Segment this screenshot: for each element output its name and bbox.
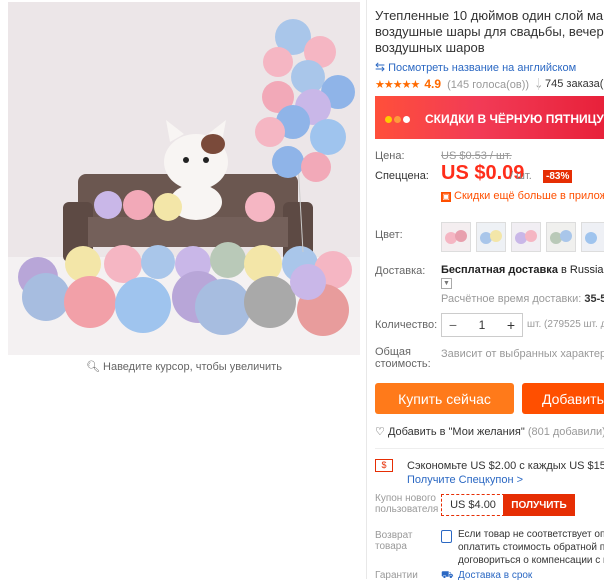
magnifier-icon: 🔍︎ bbox=[86, 361, 101, 373]
product-title-line-2: воздушные шары для свадьбы, вечеринки bbox=[375, 24, 604, 39]
quantity-minus-button[interactable]: − bbox=[442, 314, 464, 336]
total-label-line-1: Общая bbox=[375, 346, 411, 358]
guarantee-label: Гарантии bbox=[375, 570, 418, 581]
special-price-label: Спеццена: bbox=[375, 170, 429, 182]
return-line-1: Если товар не соответствует описа bbox=[458, 529, 604, 540]
swatch-thumbnail bbox=[477, 223, 505, 251]
price-per-unit: / шт. bbox=[510, 170, 532, 182]
section-divider bbox=[375, 448, 604, 449]
translate-link-text: Посмотреть название на английском bbox=[388, 62, 577, 74]
add-to-cart-button[interactable]: Добавить bbox=[522, 383, 604, 414]
balloon-scene-illustration bbox=[8, 2, 360, 355]
wishlist-count: (801 добавили) bbox=[527, 426, 604, 438]
quantity-plus-button[interactable]: + bbox=[500, 314, 522, 336]
heart-icon: ♡ bbox=[375, 426, 385, 438]
buy-now-button[interactable]: Купить сейчас bbox=[375, 383, 514, 414]
add-to-wishlist[interactable]: ♡ Добавить в "Мои желания" (801 добавили… bbox=[375, 425, 604, 439]
color-swatch-3[interactable] bbox=[511, 222, 541, 252]
zoom-hint: 🔍︎ Наведите курсор, чтобы увеличить bbox=[8, 360, 360, 373]
quantity-stepper: − + bbox=[441, 313, 523, 337]
rating-row[interactable]: ★★★★★ 4.9 (145 голоса(ов)) ⌄ bbox=[375, 77, 543, 91]
app-icon: ▣ bbox=[441, 192, 451, 202]
delivery-estimate-value: 35-58 дн bbox=[584, 293, 604, 305]
column-divider bbox=[366, 0, 367, 579]
get-coupon-button[interactable]: ПОЛУЧИТЬ bbox=[503, 494, 575, 516]
wishlist-label: Добавить в "Мои желания" bbox=[387, 426, 525, 438]
total-value: Зависит от выбранных характеристик bbox=[441, 348, 604, 360]
total-label-line-2: стоимость: bbox=[375, 358, 431, 370]
total-label: Общая стоимость: bbox=[375, 346, 431, 370]
banner-dots-icon bbox=[385, 112, 412, 126]
free-shipping-text: Бесплатная доставка bbox=[441, 264, 558, 276]
color-label: Цвет: bbox=[375, 229, 403, 241]
app-discount-link[interactable]: ▣Скидки ещё больше в приложении bbox=[441, 190, 604, 202]
rating-stars-icon: ★★★★★ bbox=[375, 79, 420, 91]
swatch-thumbnail bbox=[547, 223, 575, 251]
coupon-save-text: Сэкономьте US $2.00 с каждых US $15.00 bbox=[407, 460, 604, 472]
color-swatch-5[interactable] bbox=[581, 222, 604, 252]
price-label: Цена: bbox=[375, 150, 405, 162]
swatch-thumbnail bbox=[442, 223, 470, 251]
get-coupon-link[interactable]: Получите Спецкупон > bbox=[407, 474, 523, 486]
return-line-2: оплатить стоимость обратной перес bbox=[458, 542, 604, 553]
shipping-destination: в Russian Fed bbox=[561, 264, 604, 276]
swatch-thumbnail bbox=[582, 223, 604, 251]
swatch-thumbnail bbox=[512, 223, 540, 251]
black-friday-banner[interactable]: СКИДКИ В ЧЁРНУЮ ПЯТНИЦУ! bbox=[375, 96, 604, 139]
delivery-estimate-label: Расчётное время доставки: bbox=[441, 293, 582, 305]
product-main-image[interactable] bbox=[8, 2, 360, 355]
orders-count: 745 заказа(ов) bbox=[545, 78, 604, 90]
translate-icon: ⇆ bbox=[375, 60, 386, 74]
new-user-coupon-label: Купон нового пользователя bbox=[375, 493, 439, 515]
shipping-chevron-down-icon[interactable]: ▼ bbox=[441, 278, 452, 289]
color-swatch-1[interactable] bbox=[441, 222, 471, 252]
guarantee-text[interactable]: Доставка в срок bbox=[458, 570, 532, 581]
coupon-icon: $ bbox=[375, 459, 393, 472]
orders-separator bbox=[538, 78, 539, 90]
product-title-line-1: Утепленные 10 дюймов один слой макарон bbox=[375, 8, 604, 23]
translate-title-link[interactable]: ⇆ Посмотреть название на английском bbox=[375, 60, 576, 74]
document-icon bbox=[441, 530, 452, 543]
color-swatch-4[interactable] bbox=[546, 222, 576, 252]
rating-value: 4.9 bbox=[424, 77, 442, 91]
rating-votes: (145 голоса(ов)) bbox=[447, 79, 530, 91]
product-title-line-3: воздушных шаров bbox=[375, 40, 485, 55]
delivery-estimate: Расчётное время доставки: 35-58 дн bbox=[441, 293, 604, 305]
delivery-truck-icon: ⛟ bbox=[441, 570, 454, 581]
return-policy-text: Если товар не соответствует описа оплати… bbox=[458, 528, 604, 567]
quantity-available: шт. (279525 шт. до bbox=[527, 319, 604, 330]
old-price: US $0.53 / шт. bbox=[441, 150, 512, 162]
quantity-label: Количество: bbox=[375, 319, 438, 331]
color-swatch-2[interactable] bbox=[476, 222, 506, 252]
banner-text: СКИДКИ В ЧЁРНУЮ ПЯТНИЦУ! bbox=[425, 112, 604, 126]
return-label: Возврат товара bbox=[375, 530, 413, 552]
shipping-method: Бесплатная доставка в Russian Fed bbox=[441, 264, 604, 276]
quantity-input[interactable] bbox=[468, 314, 496, 336]
shipping-label: Доставка: bbox=[375, 265, 426, 277]
new-user-coupon-value: US $4.00 bbox=[441, 494, 505, 516]
discount-badge: -83% bbox=[543, 170, 573, 183]
return-line-3: договориться о компенсации с прод bbox=[458, 555, 604, 566]
zoom-hint-text: Наведите курсор, чтобы увеличить bbox=[103, 361, 282, 373]
app-discount-text: Скидки ещё больше в приложении bbox=[454, 190, 604, 202]
